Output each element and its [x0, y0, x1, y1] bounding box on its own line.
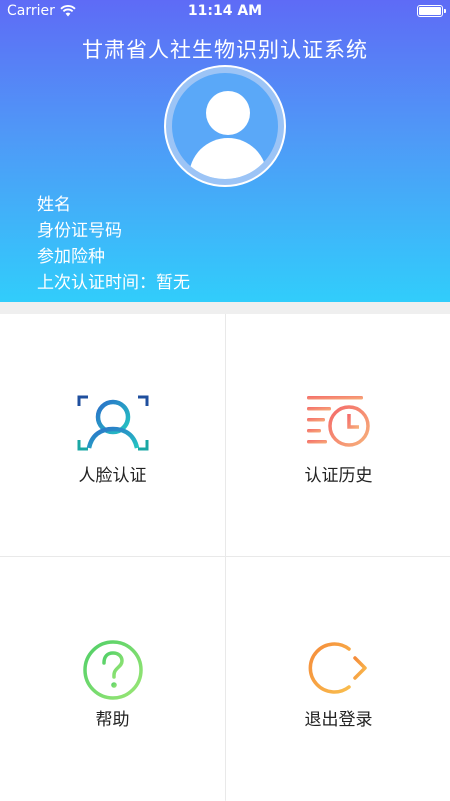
battery-icon — [417, 5, 446, 17]
insurance-type-label: 参加险种 — [37, 247, 105, 267]
help-label: 帮助 — [95, 710, 130, 730]
history-clock-icon — [306, 396, 370, 447]
help-button[interactable]: 帮助 — [0, 557, 225, 801]
clock: 11:14 AM — [187, 3, 263, 19]
last-auth-label: 上次认证时间： — [37, 273, 156, 293]
face-scan-icon — [77, 395, 148, 451]
header-banner: 甘肃省人社生物识别认证系统 姓名 身份证号码 参加险种 上次认证时间：暂无 — [0, 0, 450, 302]
question-mark-icon — [82, 640, 143, 700]
auth-history-label: 认证历史 — [304, 466, 373, 486]
logout-button[interactable]: 退出登录 — [226, 557, 450, 801]
menu-grid: 人脸认证 认证历史 帮助 退出登录 — [0, 314, 450, 801]
face-auth-label: 人脸认证 — [78, 466, 147, 486]
face-auth-button[interactable]: 人脸认证 — [0, 314, 225, 556]
status-bar: Carrier 11:14 AM — [0, 0, 450, 22]
app-title: 甘肃省人社生物识别认证系统 — [82, 38, 368, 62]
logout-label: 退出登录 — [304, 710, 373, 730]
section-divider — [0, 302, 450, 314]
last-auth-value: 暂无 — [156, 273, 190, 293]
id-number-label: 身份证号码 — [37, 221, 122, 241]
avatar[interactable] — [164, 65, 286, 187]
last-auth-row: 上次认证时间：暂无 — [37, 270, 190, 296]
logout-arrow-icon — [308, 642, 367, 694]
auth-history-button[interactable]: 认证历史 — [226, 314, 450, 556]
name-label: 姓名 — [37, 195, 71, 215]
user-info: 姓名 身份证号码 参加险种 上次认证时间：暂无 — [37, 192, 190, 296]
user-icon — [172, 73, 278, 179]
